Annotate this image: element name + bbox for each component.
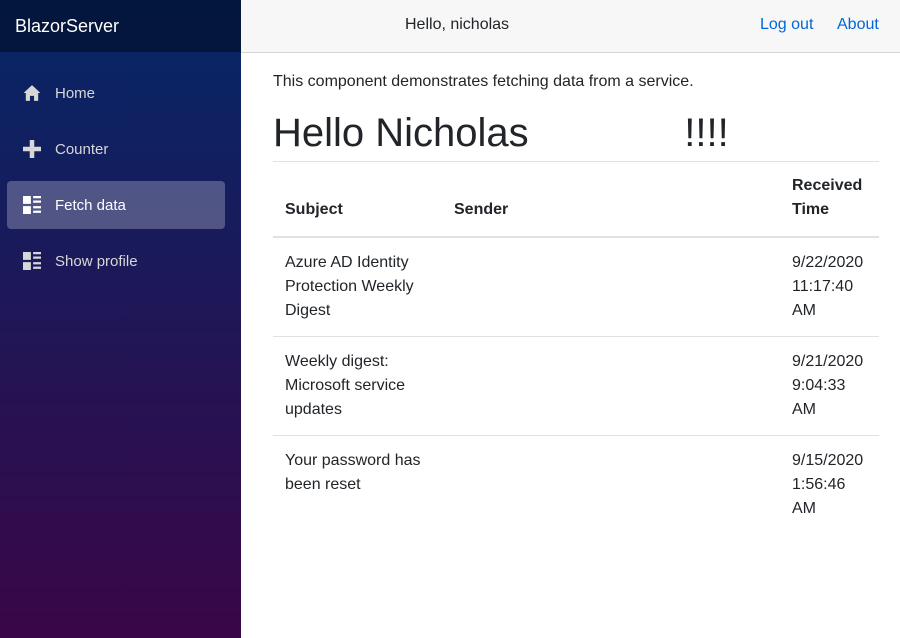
page-title: Hello Nicholas !!!! <box>273 111 729 155</box>
sidebar-item-home[interactable]: Home <box>7 69 225 117</box>
sidebar-item-counter[interactable]: Counter <box>7 125 225 173</box>
cell-subject: Weekly digest: Microsoft service updates <box>285 353 406 418</box>
cell-sender <box>442 436 782 535</box>
sidebar-item-show-profile[interactable]: Show profile <box>7 237 225 285</box>
messages-table: Subject Sender Received Time Azure AD Id… <box>273 161 879 534</box>
brand-bar: BlazorServer <box>0 0 241 52</box>
table-header-row: Subject Sender Received Time <box>273 161 879 237</box>
sidebar-item-fetch-data[interactable]: Fetch data <box>7 181 225 229</box>
sidebar-item-label: Fetch data <box>55 196 126 214</box>
sidebar-item-label: Show profile <box>55 252 138 270</box>
logout-link[interactable]: Log out <box>760 16 813 34</box>
table-row: Weekly digest: Microsoft service updates… <box>273 337 879 436</box>
list-icon <box>23 252 41 270</box>
list-icon <box>23 196 41 214</box>
cell-received-time: 9/15/2020 1:56:46 AM <box>792 452 864 517</box>
sidebar-nav: Home Counter Fetch data Show profile <box>0 52 241 285</box>
cell-received-time: 9/22/2020 11:17:40 AM <box>792 254 864 319</box>
sidebar-item-label: Counter <box>55 140 109 158</box>
main-content: This component demonstrates fetching dat… <box>273 53 879 534</box>
about-link[interactable]: About <box>837 16 879 34</box>
sidebar: BlazorServer Home Counter Fetch data Sho… <box>0 0 241 638</box>
home-icon <box>23 84 41 102</box>
user-greeting: Hello, nicholas <box>405 16 510 33</box>
cell-subject: Your password has been reset <box>285 452 421 493</box>
cell-subject: Azure AD Identity Protection Weekly Dige… <box>285 254 414 319</box>
plus-icon <box>23 140 41 158</box>
cell-sender <box>442 337 782 436</box>
column-header-subject: Subject <box>285 201 343 218</box>
column-header-received-time: Received Time <box>792 177 863 218</box>
top-bar: Hello, nicholas Log out About <box>241 0 900 53</box>
app-brand[interactable]: BlazorServer <box>15 16 119 37</box>
cell-sender <box>442 237 782 337</box>
column-header-sender: Sender <box>454 201 509 218</box>
sidebar-item-label: Home <box>55 84 96 102</box>
cell-received-time: 9/21/2020 9:04:33 AM <box>792 353 864 418</box>
intro-text: This component demonstrates fetching dat… <box>273 73 694 90</box>
table-row: Azure AD Identity Protection Weekly Dige… <box>273 237 879 337</box>
table-row: Your password has been reset 9/15/2020 1… <box>273 436 879 535</box>
